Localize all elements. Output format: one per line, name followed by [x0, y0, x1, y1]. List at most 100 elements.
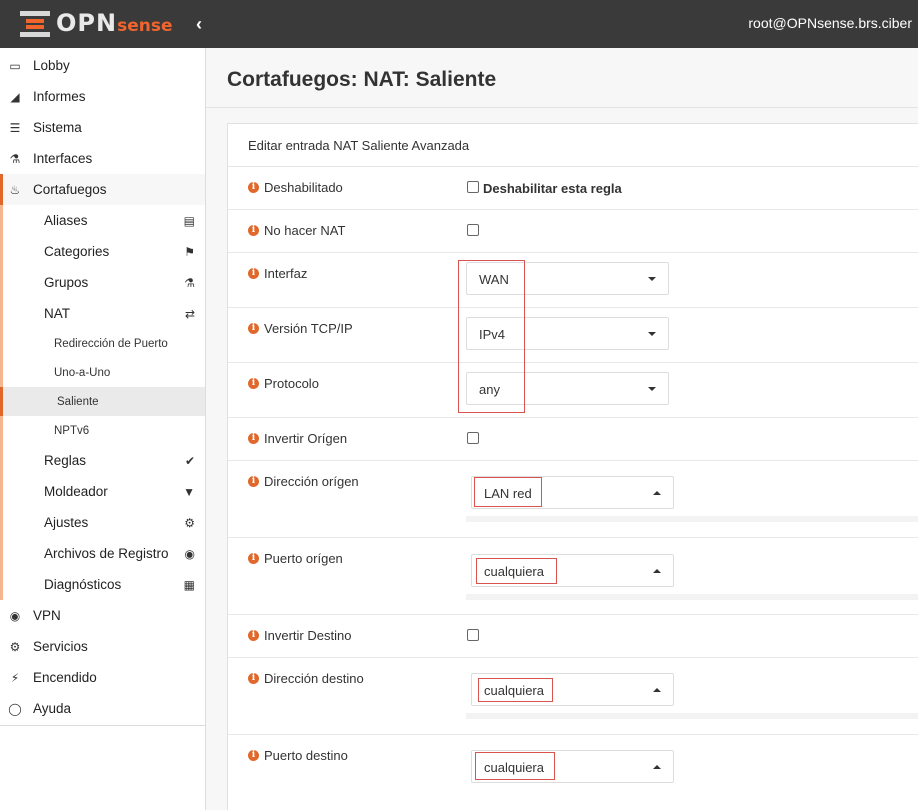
sidebar-item-uno-a-uno[interactable]: Uno-a-Uno: [3, 358, 205, 387]
disable-rule-checkbox[interactable]: [467, 181, 479, 193]
fire-icon: ♨: [9, 182, 21, 197]
opnsense-logo[interactable]: OPNsense: [20, 10, 172, 38]
nonat-checkbox[interactable]: [467, 224, 479, 236]
sidebar-item-label: Uno-a-Uno: [54, 366, 111, 379]
sidebar-item-nat[interactable]: NAT ⇄: [3, 298, 205, 329]
edit-form-panel: Editar entrada NAT Saliente Avanzada i D…: [227, 123, 918, 810]
disable-rule-checkbox-label[interactable]: Deshabilitar esta regla: [483, 181, 622, 196]
form-row-protocol: i Protocolo any: [228, 363, 918, 418]
chevron-up-icon: [653, 688, 661, 692]
collapse-sidebar-button[interactable]: ‹: [196, 14, 202, 35]
sidebar-item-label: Informes: [33, 89, 86, 104]
sidebar-item-label: Lobby: [33, 58, 70, 73]
sidebar-item-lobby[interactable]: ▭ Lobby: [0, 50, 205, 81]
sidebar-item-label: Ajustes: [44, 515, 89, 530]
info-icon[interactable]: i: [248, 673, 259, 684]
sidebar-item-sistema[interactable]: ☰ Sistema: [0, 112, 205, 143]
field-label-text: Dirección orígen: [264, 474, 359, 489]
list-alt-icon: ▤: [183, 213, 195, 228]
address-input-area: [466, 516, 918, 522]
chevron-up-icon: [653, 491, 661, 495]
chevron-up-icon: [653, 569, 661, 573]
chevron-up-icon: [653, 765, 661, 769]
field-label-text: No hacer NAT: [264, 223, 346, 238]
sidebar: ▭ Lobby ◢ Informes ☰ Sistema ⚗ Interface…: [0, 48, 206, 810]
laptop-icon: ▭: [9, 58, 21, 73]
sidebar-item-informes[interactable]: ◢ Informes: [0, 81, 205, 112]
sidebar-item-vpn[interactable]: ◉ VPN: [0, 600, 205, 631]
form-row-interface: i Interfaz WAN: [228, 253, 918, 308]
sidebar-item-nptv6[interactable]: NPTv6: [3, 416, 205, 445]
sidebar-item-encendido[interactable]: ⚡ Encendido: [0, 662, 205, 693]
field-label-text: Dirección destino: [264, 671, 364, 686]
invert-destination-checkbox[interactable]: [467, 629, 479, 641]
field-label: i Versión TCP/IP: [248, 321, 353, 336]
form-row-destination-port: i Puerto destino cualquiera: [228, 735, 918, 810]
sidebar-item-interfaces[interactable]: ⚗ Interfaces: [0, 143, 205, 174]
sidebar-item-diagnosticos[interactable]: Diagnósticos ▦: [3, 569, 205, 600]
user-menu[interactable]: root@OPNsense.brs.ciber: [748, 15, 912, 31]
sidebar-item-aliases[interactable]: Aliases ▤: [3, 205, 205, 236]
info-icon[interactable]: i: [248, 630, 259, 641]
globe-icon: ◉: [9, 608, 21, 623]
info-icon[interactable]: i: [248, 553, 259, 564]
sidebar-item-grupos[interactable]: Grupos ⚗: [3, 267, 205, 298]
cogs-icon: ⚙: [184, 515, 195, 530]
sidebar-item-label: Sistema: [33, 120, 82, 135]
chevron-down-icon: [648, 387, 656, 391]
main-content: Cortafuegos: NAT: Saliente Editar entrad…: [206, 48, 918, 810]
info-icon[interactable]: i: [248, 182, 259, 193]
sidebar-item-label: Categories: [44, 244, 110, 259]
title-divider: [206, 107, 918, 108]
highlight-box: [478, 678, 553, 702]
form-row-source: i Dirección orígen LAN red: [228, 461, 918, 538]
invert-source-checkbox[interactable]: [467, 432, 479, 444]
form-row-ipprotocol: i Versión TCP/IP IPv4: [228, 308, 918, 363]
sidebar-item-redireccion-de-puerto[interactable]: Redirección de Puerto: [3, 329, 205, 358]
form-row-source-port: i Puerto orígen cualquiera: [228, 538, 918, 615]
firewall-submenu: Aliases ▤ Categories ⚑ Grupos ⚗ NAT ⇄ Re…: [0, 205, 205, 600]
exchange-icon: ⇄: [184, 306, 195, 321]
info-icon[interactable]: i: [248, 433, 259, 444]
plug-icon: ⚡: [10, 670, 20, 685]
field-label-text: Invertir Destino: [264, 628, 352, 643]
sidebar-item-label: NAT: [44, 306, 70, 321]
address-input-area: [466, 713, 918, 719]
info-icon[interactable]: i: [248, 323, 259, 334]
sidebar-item-moldeador[interactable]: Moldeador ▼: [3, 476, 205, 507]
info-icon[interactable]: i: [248, 750, 259, 761]
form-row-disabled: i Deshabilitado Deshabilitar esta regla: [228, 167, 918, 210]
sidebar-divider: [0, 725, 205, 726]
cog-icon: ⚙: [9, 639, 21, 654]
port-input-area: [466, 594, 918, 600]
info-icon[interactable]: i: [248, 378, 259, 389]
sidebar-item-saliente[interactable]: Saliente: [0, 387, 205, 416]
sidebar-item-label: NPTv6: [54, 424, 90, 437]
field-label: i Protocolo: [248, 376, 319, 391]
highlight-box: [475, 752, 555, 780]
form-row-nonat: i No hacer NAT: [228, 210, 918, 253]
life-ring-icon: ◯: [8, 701, 22, 716]
sidebar-item-archivos-de-registro[interactable]: Archivos de Registro ◉: [3, 538, 205, 569]
filter-icon: ▼: [183, 484, 195, 499]
sidebar-item-reglas[interactable]: Reglas ✔: [3, 445, 205, 476]
info-icon[interactable]: i: [248, 476, 259, 487]
field-label: i Puerto destino: [248, 748, 348, 763]
sidebar-item-ayuda[interactable]: ◯ Ayuda: [0, 693, 205, 724]
sidebar-item-label: Moldeador: [44, 484, 108, 499]
sidebar-item-label: Grupos: [44, 275, 89, 290]
highlight-box: [476, 558, 557, 584]
sitemap-icon: ⚗: [9, 151, 21, 166]
sidebar-item-cortafuegos[interactable]: ♨ Cortafuegos: [0, 174, 205, 205]
sidebar-item-servicios[interactable]: ⚙ Servicios: [0, 631, 205, 662]
sidebar-item-categories[interactable]: Categories ⚑: [3, 236, 205, 267]
info-icon[interactable]: i: [248, 225, 259, 236]
sitemap-icon: ⚗: [184, 275, 195, 290]
info-icon[interactable]: i: [248, 268, 259, 279]
field-label-text: Protocolo: [264, 376, 319, 391]
sidebar-item-ajustes[interactable]: Ajustes ⚙: [3, 507, 205, 538]
chevron-down-icon: [648, 277, 656, 281]
panel-title: Editar entrada NAT Saliente Avanzada: [228, 124, 918, 167]
form-row-destination-not: i Invertir Destino: [228, 615, 918, 658]
tags-icon: ⚑: [184, 244, 195, 259]
